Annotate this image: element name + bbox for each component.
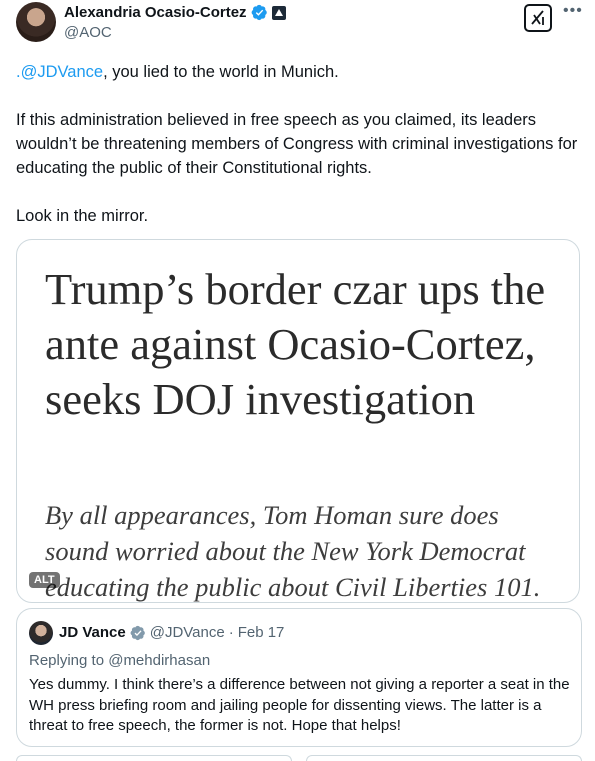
tweet-body: .@JDVance, you lied to the world in Muni… (16, 60, 581, 228)
next-card-edge-right (306, 755, 582, 761)
tweet-author-avatar[interactable] (16, 2, 56, 42)
article-subhead: By all appearances, Tom Homan sure does … (45, 500, 541, 602)
grok-button[interactable] (524, 4, 552, 32)
tweet-line-1-text: , you lied to the world in Munich. (103, 63, 339, 81)
quoted-tweet-header: JD Vance @JDVance · Feb 17 (59, 624, 284, 641)
quoted-author-handle[interactable]: @JDVance (150, 624, 225, 641)
next-card-edge-left (16, 755, 292, 761)
mention-link[interactable]: .@JDVance (16, 63, 103, 81)
tweet-line-1: .@JDVance, you lied to the world in Muni… (16, 60, 581, 84)
article-headline: Trump’s border czar ups the ante against… (45, 264, 546, 424)
author-handle[interactable]: @AOC (64, 24, 112, 41)
quoted-tweet-date[interactable]: Feb 17 (238, 624, 285, 641)
grok-icon (531, 10, 544, 25)
replying-to-label: Replying to @mehdirhasan (29, 652, 211, 669)
government-badge-icon (271, 5, 286, 20)
author-name-row: Alexandria Ocasio-Cortez (64, 4, 286, 21)
media-image-card[interactable]: Trump’s border czar ups the ante against… (16, 239, 580, 603)
verified-badge-icon (130, 625, 145, 640)
author-name[interactable]: Alexandria Ocasio-Cortez (64, 4, 247, 21)
verified-badge-icon (251, 4, 267, 21)
alt-text-badge[interactable]: ALT (29, 572, 60, 588)
tweet-paragraph-2: If this administration believed in free … (16, 111, 578, 177)
more-icon[interactable]: ••• (563, 2, 583, 20)
meta-separator: · (228, 624, 234, 641)
tweet-paragraph-3: Look in the mirror. (16, 207, 149, 225)
next-content-edge (16, 755, 582, 761)
quoted-tweet-card[interactable]: JD Vance @JDVance · Feb 17 Replying to @… (16, 608, 582, 747)
quoted-author-avatar[interactable] (29, 621, 53, 645)
quoted-author-name[interactable]: JD Vance (59, 624, 126, 641)
quoted-tweet-text: Yes dummy. I think there’s a difference … (29, 676, 570, 734)
